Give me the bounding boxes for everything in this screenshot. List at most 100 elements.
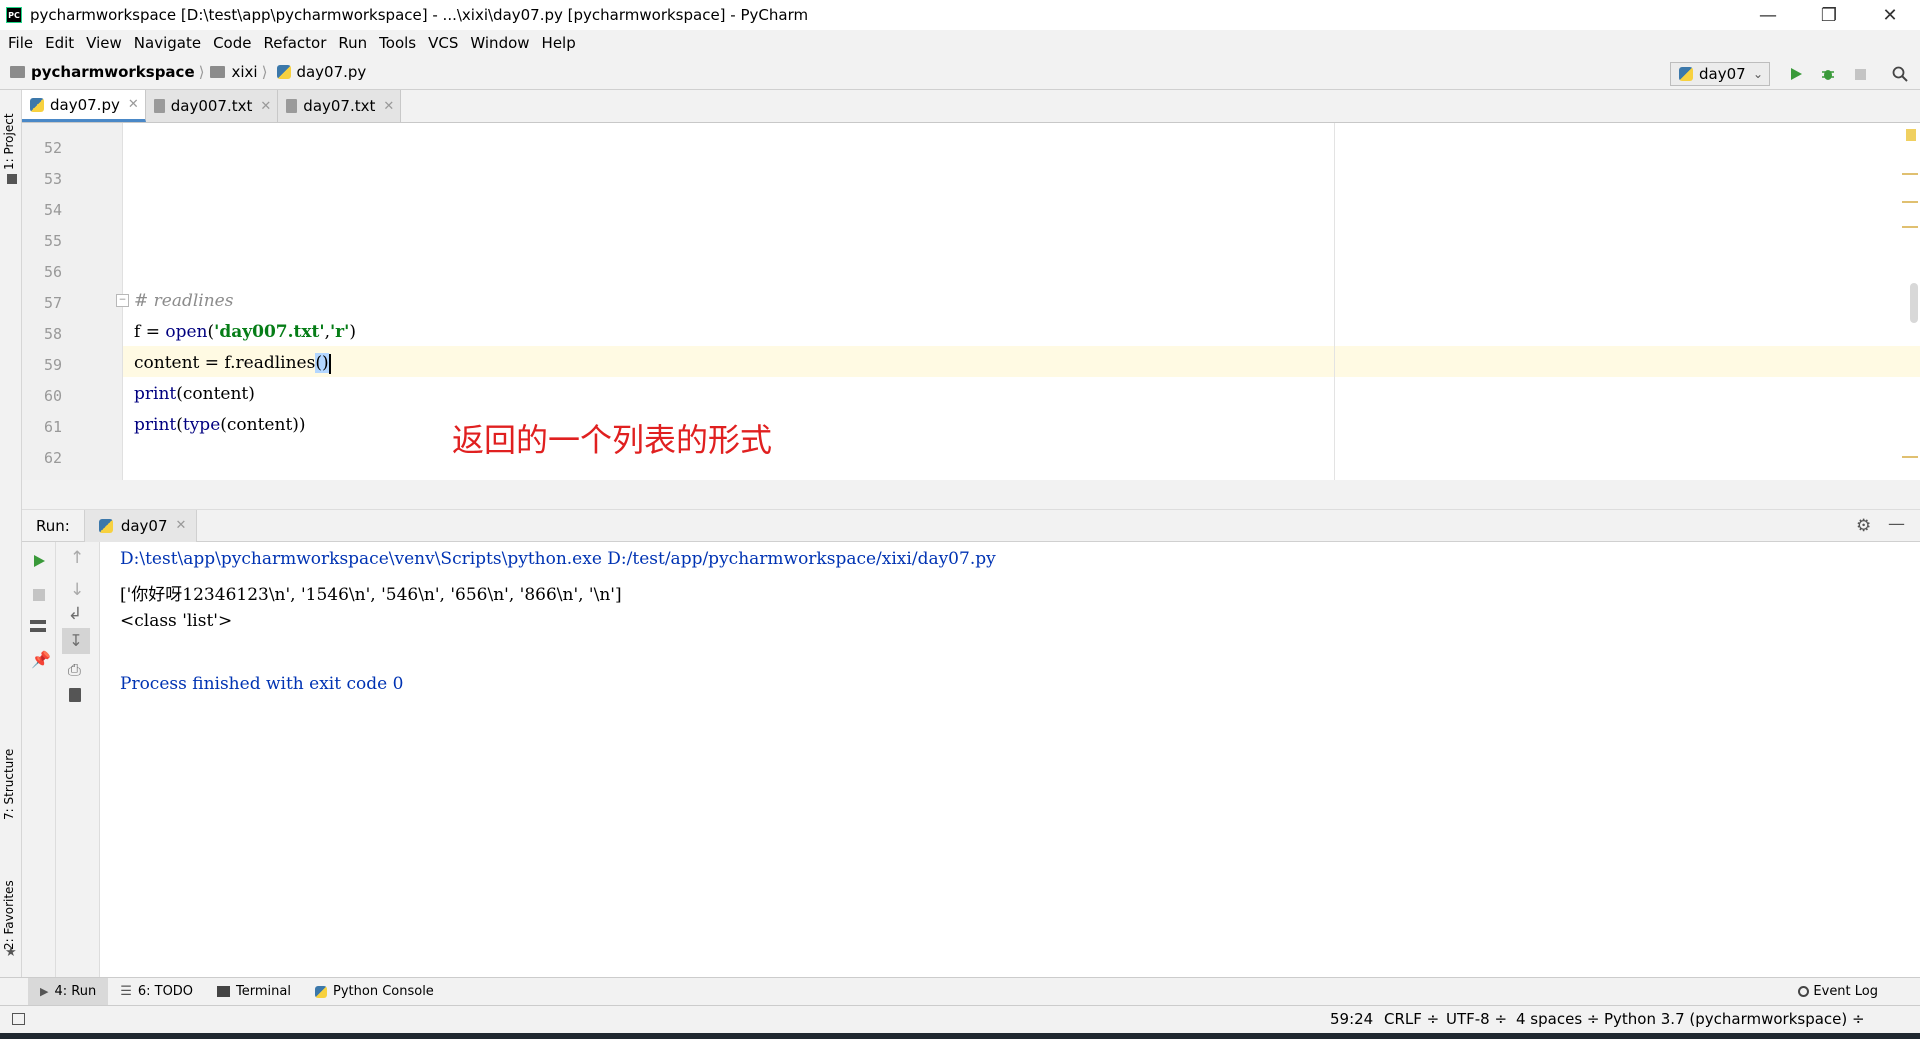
close-icon[interactable]: ✕ [260,99,271,114]
project-folder-icon [7,174,17,184]
code-line-60: print(content) [134,384,255,404]
stop-button[interactable] [1848,62,1872,86]
menu-edit[interactable]: Edit [45,34,74,52]
menu-navigate[interactable]: Navigate [134,34,201,52]
menu-view[interactable]: View [86,34,122,52]
right-margin-guide [1334,123,1335,480]
editor-gutter: 52 53 54 55 56 57 58 59 60 61 62 [22,123,123,480]
console-line: Process finished with exit code 0 [120,674,404,694]
terminal-tool-window-button[interactable]: Terminal [205,978,303,1006]
python-file-icon [30,97,44,112]
rerun-icon[interactable] [32,554,46,568]
close-icon[interactable]: ✕ [176,518,187,533]
tab-day07-py[interactable]: day07.py ✕ [22,90,146,122]
code-token: 'r' [329,322,350,342]
line-separator[interactable]: CRLF ÷ [1384,1010,1439,1028]
error-stripe-mark[interactable] [1902,201,1918,203]
menu-code[interactable]: Code [213,34,251,52]
debug-button[interactable] [1816,62,1840,86]
pycharm-logo-icon: PC [6,7,22,23]
gear-icon[interactable]: ⚙ [1856,516,1871,536]
search-everywhere-button[interactable] [1888,62,1912,86]
soft-wrap-icon[interactable]: ↲ [68,604,82,624]
folder-icon [210,66,226,78]
code-token: content = f.readlines [134,353,316,373]
bottom-tool-bar: ▶ 4: Run ☰ 6: TODO Terminal Python Conso… [0,977,1920,1006]
menu-run[interactable]: Run [338,34,367,52]
error-stripe-mark[interactable] [1902,226,1918,228]
line-number: 61 [44,418,63,436]
menu-vcs[interactable]: VCS [428,34,458,52]
status-bar: 59:24 CRLF ÷ UTF-8 ÷ 4 spaces ÷ Python 3… [0,1005,1920,1033]
caret-position[interactable]: 59:24 [1330,1010,1373,1028]
breadcrumb-file[interactable]: day07.py [271,63,366,81]
tab-day007-txt[interactable]: day007.txt ✕ [145,90,279,122]
close-window-button[interactable]: ✕ [1862,0,1918,30]
close-icon[interactable]: ✕ [128,97,139,112]
trash-icon[interactable] [69,688,81,702]
close-icon[interactable]: ✕ [383,99,394,114]
run-panel-header: Run: day07 ✕ ⚙ — [22,509,1920,542]
print-icon[interactable]: ⎙ [68,660,81,680]
editor-scrollbar[interactable] [1910,283,1918,323]
breadcrumb-project-label: pycharmworkspace [31,63,195,81]
tool-label: Python Console [333,984,434,999]
navigation-bar: pycharmworkspace ⟩ xixi ⟩ day07.py [0,55,1920,90]
arrow-down-icon[interactable]: ↓ [70,580,84,600]
line-number: 54 [44,201,63,219]
console-output[interactable]: D:\test\app\pycharmworkspace\venv\Script… [100,542,1920,977]
menu-help[interactable]: Help [542,34,576,52]
tab-day07-txt[interactable]: day07.txt ✕ [278,90,402,122]
stop-icon [1854,68,1866,80]
error-stripe-mark[interactable] [1902,173,1918,175]
event-log-button[interactable]: Event Log [1786,978,1890,1006]
run-tool-window-button[interactable]: ▶ 4: Run [28,977,109,1006]
os-taskbar-edge [0,1033,1920,1039]
code-token: ) [349,322,356,342]
inspection-marker[interactable] [1906,129,1916,141]
code-token: f = [134,322,166,342]
code-line-58: f = open('day007.txt','r') [134,322,356,342]
run-button[interactable] [1784,62,1808,86]
breadcrumb-folder[interactable]: xixi [208,63,258,81]
structure-tool-window-button[interactable]: 7: Structure [2,749,16,820]
favorites-tool-window-button[interactable]: 2: Favorites [2,880,16,950]
line-number: 52 [44,139,63,157]
file-encoding[interactable]: UTF-8 ÷ [1446,1010,1507,1028]
hide-icon[interactable]: — [1888,514,1905,534]
todo-tool-window-button[interactable]: ☰ 6: TODO [108,978,205,1006]
arrow-up-icon[interactable]: ↑ [70,548,84,568]
error-stripe-mark[interactable] [1902,456,1918,458]
folder-icon [10,66,25,78]
breadcrumb-project[interactable]: pycharmworkspace [0,63,195,81]
restore-button[interactable]: ❐ [1801,0,1857,30]
fold-icon[interactable]: − [116,294,129,307]
menu-window[interactable]: Window [470,34,529,52]
project-tool-window-button[interactable]: 1: Project [2,113,16,170]
left-tool-strip: 1: Project 7: Structure 2: Favorites ★ [0,90,22,977]
line-number: 58 [44,325,63,343]
layout-icon[interactable] [30,620,46,632]
code-comment: # readlines [134,291,234,311]
python-interpreter[interactable]: Python 3.7 (pycharmworkspace) ÷ [1604,1010,1865,1028]
python-file-icon [277,65,292,79]
terminal-icon [217,986,231,997]
menu-tools[interactable]: Tools [379,34,416,52]
code-editor[interactable]: 52 53 54 55 56 57 58 59 60 61 62 − # rea… [22,123,1920,480]
stop-icon[interactable] [33,589,45,601]
panel-divider[interactable] [22,480,1920,510]
run-tab-day07[interactable]: day07 ✕ [83,509,198,542]
run-configuration-select[interactable]: day07 ⌄ [1670,62,1770,86]
menu-file[interactable]: File [8,34,33,52]
menu-refactor[interactable]: Refactor [263,34,326,52]
python-console-tool-window-button[interactable]: Python Console [303,978,446,1006]
indent-setting[interactable]: 4 spaces ÷ [1516,1010,1599,1028]
console-line: ['你好呀12346123\n', '1546\n', '546\n', '65… [120,585,622,605]
code-token: ( [176,415,183,435]
pin-icon[interactable]: 📌 [31,650,51,669]
minimize-button[interactable]: — [1740,0,1796,30]
tab-label: day07.txt [303,97,376,115]
line-number: 62 [44,449,63,467]
toggle-tool-windows-icon[interactable] [12,1013,25,1025]
scroll-to-end-icon[interactable]: ↧ [62,628,90,654]
